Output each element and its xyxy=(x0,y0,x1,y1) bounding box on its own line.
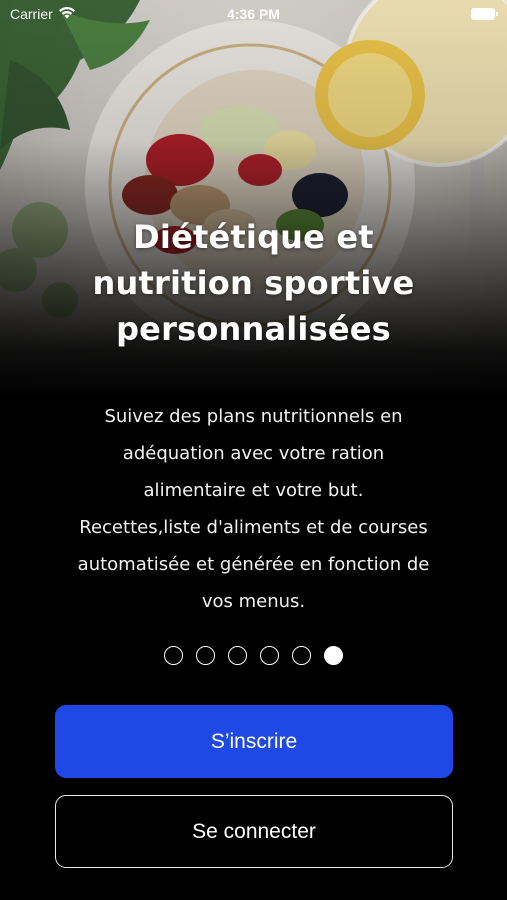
signup-button[interactable]: S’inscrire xyxy=(55,705,453,778)
description-line: vos menus. xyxy=(201,591,306,612)
page-indicator[interactable] xyxy=(0,646,507,665)
login-button[interactable]: Se connecter xyxy=(55,795,453,868)
onboarding-description: Suivez des plans nutritionnels en adéqua… xyxy=(20,398,487,620)
page-dot-1[interactable] xyxy=(164,646,183,665)
page-dot-5[interactable] xyxy=(292,646,311,665)
page-dot-2[interactable] xyxy=(196,646,215,665)
status-bar: Carrier 4:36 PM xyxy=(0,0,507,28)
title-line: Diététique et xyxy=(133,218,374,256)
page-dot-4[interactable] xyxy=(260,646,279,665)
battery-icon xyxy=(471,8,498,20)
title-line: nutrition sportive xyxy=(92,264,415,302)
description-line: Recettes,liste d'aliments et de courses xyxy=(79,517,428,538)
description-line: alimentaire et votre but. xyxy=(143,480,364,501)
description-line: Suivez des plans nutritionnels en xyxy=(104,406,403,427)
page-dot-3[interactable] xyxy=(228,646,247,665)
status-time: 4:36 PM xyxy=(227,6,280,22)
page-dot-6[interactable] xyxy=(324,646,343,665)
description-line: automatisée et générée en fonction de xyxy=(77,554,430,575)
onboarding-title: Diététique et nutrition sportive personn… xyxy=(20,214,487,352)
description-line: adéquation avec votre ration xyxy=(122,443,385,464)
title-line: personnalisées xyxy=(116,310,391,348)
